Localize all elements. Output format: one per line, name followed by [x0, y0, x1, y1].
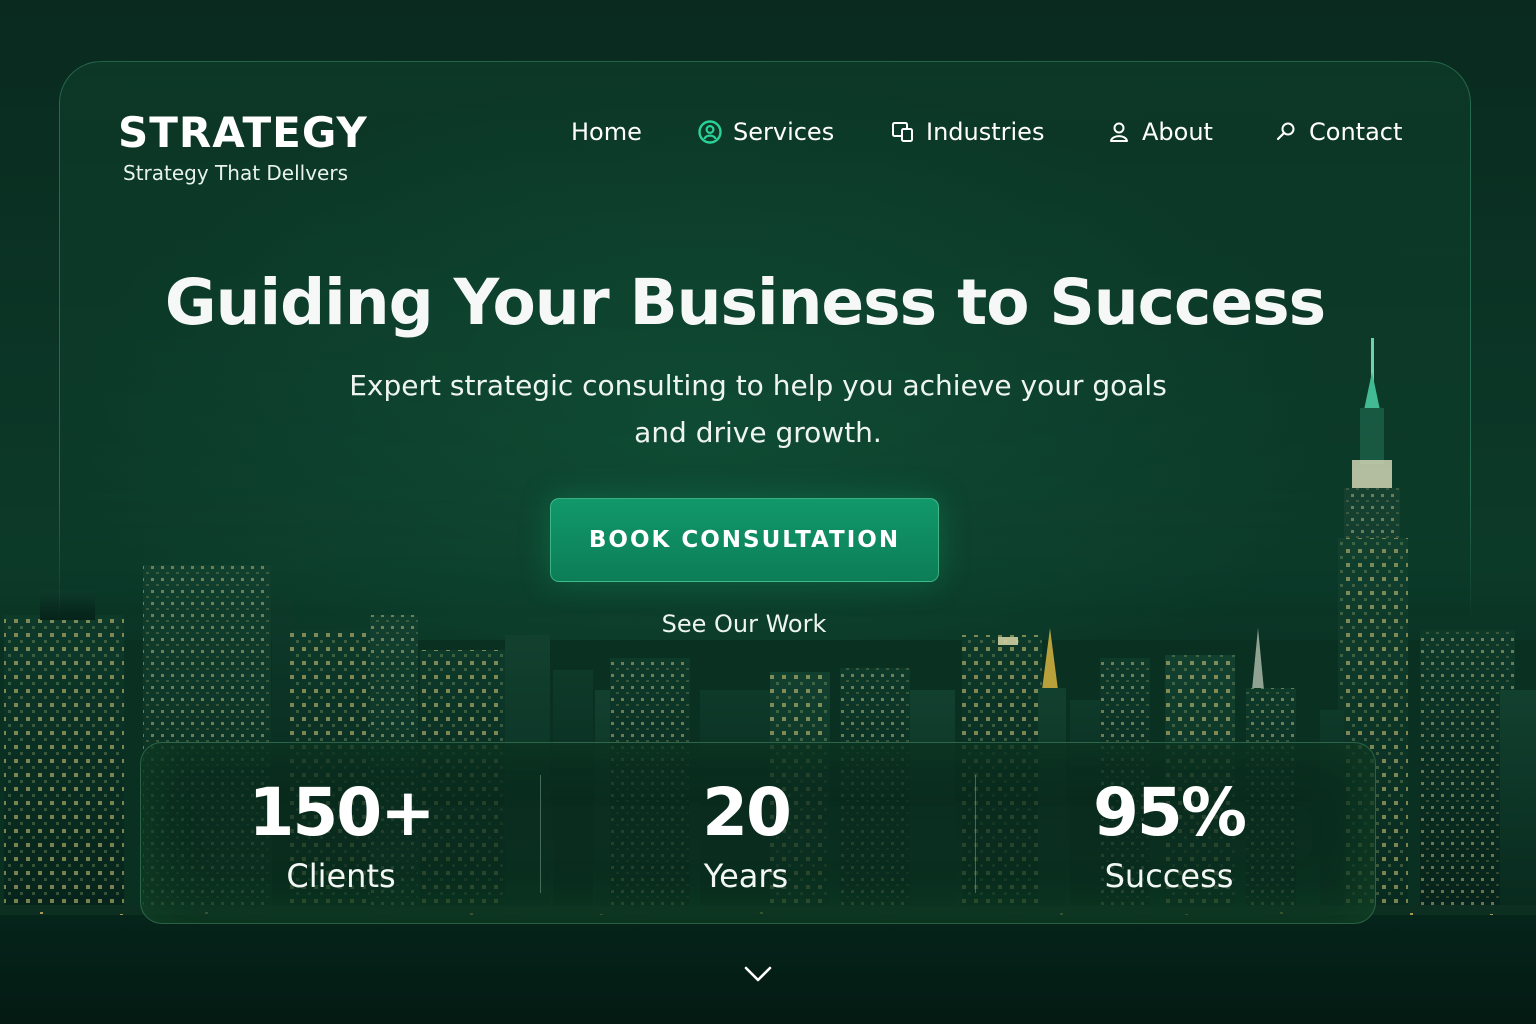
- nav-item-label: Home: [571, 118, 642, 146]
- nav-item-label: Services: [733, 118, 835, 146]
- stat-label: Success: [1104, 857, 1234, 895]
- stat-years: 20 Years: [586, 743, 906, 923]
- nav-item-label: Contact: [1309, 118, 1403, 146]
- hero-subtitle-line-1: Expert strategic consulting to help you …: [349, 369, 1167, 402]
- see-our-work-link[interactable]: See Our Work: [594, 610, 894, 638]
- search-icon: [1273, 119, 1299, 145]
- stat-value: 20: [702, 774, 792, 851]
- book-consultation-button[interactable]: BOOK CONSULTATION: [550, 498, 939, 582]
- stat-divider: [975, 775, 976, 893]
- nav-item-home[interactable]: Home: [571, 118, 642, 146]
- hero-title: Guiding Your Business to Success: [164, 266, 1326, 339]
- stat-divider: [540, 775, 541, 893]
- nav-item-contact[interactable]: Contact: [1273, 118, 1402, 146]
- stats-panel: 150+ Clients 20 Years 95% Success: [140, 742, 1376, 924]
- hero-subtitle: Expert strategic consulting to help you …: [258, 362, 1258, 456]
- nav-item-label: Industries: [926, 118, 1045, 146]
- brand-title: STRATEGY: [118, 108, 368, 157]
- devices-icon: [890, 119, 916, 145]
- stat-label: Clients: [286, 857, 396, 895]
- nav-item-industries[interactable]: Industries: [890, 118, 1044, 146]
- stat-value: 150+: [248, 774, 435, 851]
- nav-item-about[interactable]: About: [1106, 118, 1213, 146]
- nav-item-label: About: [1142, 118, 1213, 146]
- stat-clients: 150+ Clients: [181, 743, 501, 923]
- nav-item-services[interactable]: Services: [697, 118, 834, 146]
- brand-tagline: Strategy That Dellvers: [123, 161, 348, 185]
- stat-label: Years: [703, 857, 789, 895]
- hero-subtitle-line-2: and drive growth.: [634, 416, 882, 449]
- chevron-down-icon[interactable]: [742, 962, 774, 989]
- stat-value: 95%: [1093, 774, 1247, 851]
- person-circle-icon: [697, 119, 723, 145]
- user-icon: [1106, 119, 1132, 145]
- brand-logo[interactable]: STRATEGY Strategy That Dellvers: [118, 108, 368, 185]
- stat-success: 95% Success: [1009, 743, 1329, 923]
